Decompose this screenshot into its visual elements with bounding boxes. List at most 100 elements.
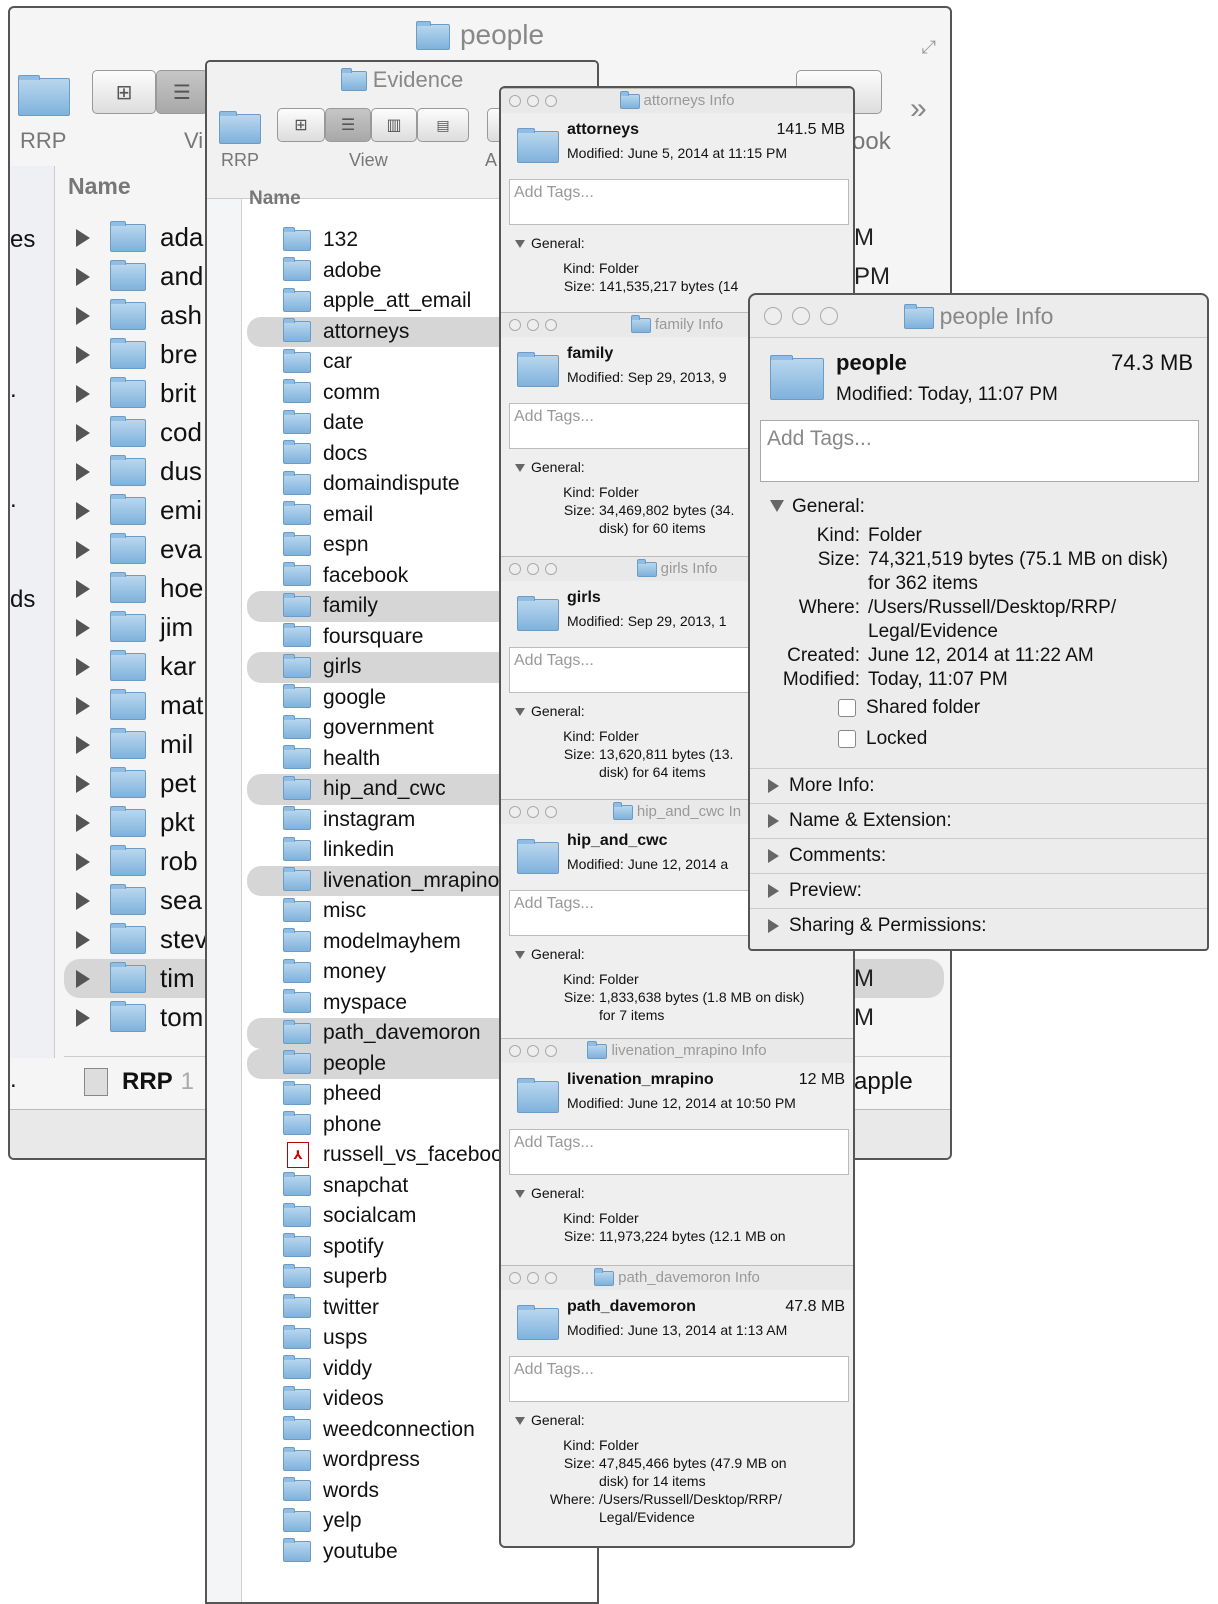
general-section-toggle[interactable]: General: bbox=[515, 235, 853, 251]
disclosure-triangle-icon[interactable] bbox=[76, 267, 90, 286]
zoom-button[interactable] bbox=[545, 806, 557, 818]
list-view-button[interactable]: ☰ bbox=[325, 108, 371, 142]
disclosure-triangle-icon[interactable] bbox=[76, 774, 90, 793]
locked-checkbox[interactable]: Locked bbox=[838, 723, 1207, 754]
zoom-button[interactable] bbox=[545, 95, 557, 107]
path-right[interactable]: apple bbox=[854, 1068, 913, 1096]
info-panel: path_davemoron Info path_davemoron 47.8 MB… bbox=[501, 1265, 853, 1546]
general-section-toggle[interactable]: General: bbox=[515, 1412, 853, 1428]
close-button[interactable] bbox=[509, 319, 521, 331]
sidebar-item[interactable]: ds bbox=[10, 586, 35, 614]
disclosure-right-icon bbox=[768, 919, 779, 933]
folder-icon bbox=[283, 379, 311, 404]
disclosure-triangle-icon[interactable] bbox=[76, 384, 90, 403]
general-section-toggle[interactable]: General: bbox=[770, 496, 1207, 518]
kind-row: Kind: Folder bbox=[521, 970, 853, 988]
minimize-button[interactable] bbox=[527, 319, 539, 331]
people-window-titlebar[interactable]: people ⤢ bbox=[10, 8, 950, 58]
disclosure-triangle-icon[interactable] bbox=[76, 813, 90, 832]
close-button[interactable] bbox=[509, 95, 521, 107]
folder-icon bbox=[283, 1355, 311, 1380]
icon-view-button[interactable]: ⊞ bbox=[277, 108, 325, 142]
disclosure-triangle-icon[interactable] bbox=[76, 852, 90, 871]
toolbar-overflow-icon[interactable]: » bbox=[910, 92, 927, 126]
info-section-toggle[interactable]: Comments: bbox=[750, 838, 1207, 873]
minimize-button[interactable] bbox=[527, 1272, 539, 1284]
info-section-toggle[interactable]: Name & Extension: bbox=[750, 803, 1207, 838]
disclosure-triangle-icon[interactable] bbox=[76, 891, 90, 910]
tags-field[interactable]: Add Tags... bbox=[509, 1356, 849, 1402]
close-button[interactable] bbox=[509, 806, 521, 818]
disclosure-triangle-icon[interactable] bbox=[76, 306, 90, 325]
sidebar-item[interactable]: . bbox=[10, 486, 17, 514]
disclosure-triangle-icon[interactable] bbox=[76, 423, 90, 442]
item-name: usps bbox=[323, 1326, 368, 1350]
disclosure-triangle-icon[interactable] bbox=[76, 618, 90, 637]
zoom-button[interactable] bbox=[820, 307, 838, 325]
minimize-button[interactable] bbox=[527, 95, 539, 107]
minimize-button[interactable] bbox=[527, 1045, 539, 1057]
info-titlebar[interactable]: path_davemoron Info bbox=[501, 1266, 853, 1290]
item-name: russell_vs_faceboo bbox=[323, 1143, 503, 1167]
coverflow-view-button[interactable]: ▤ bbox=[417, 108, 469, 142]
zoom-button[interactable] bbox=[545, 563, 557, 575]
disclosure-triangle-icon[interactable] bbox=[76, 540, 90, 559]
disclosure-triangle-icon[interactable] bbox=[76, 657, 90, 676]
info-section-toggle[interactable]: Preview: bbox=[750, 873, 1207, 908]
disclosure-triangle-icon[interactable] bbox=[76, 930, 90, 949]
back-folder-icon[interactable] bbox=[18, 75, 70, 116]
close-button[interactable] bbox=[509, 1045, 521, 1057]
folder-icon bbox=[283, 531, 311, 556]
disclosure-triangle-icon[interactable] bbox=[76, 228, 90, 247]
folder-icon bbox=[283, 1111, 311, 1136]
column-header-name[interactable]: Name bbox=[68, 173, 131, 200]
checkbox-icon bbox=[838, 698, 856, 717]
item-name: mat bbox=[160, 690, 204, 720]
disclosure-triangle-icon[interactable] bbox=[76, 969, 90, 988]
column-view-button[interactable]: ▥ bbox=[371, 108, 417, 142]
sidebar-item[interactable]: . bbox=[10, 1066, 17, 1094]
info-titlebar[interactable]: people Info bbox=[750, 295, 1207, 337]
zoom-button[interactable] bbox=[545, 319, 557, 331]
info-titlebar[interactable]: attorneys Info bbox=[501, 89, 853, 113]
tags-field[interactable]: Add Tags... bbox=[760, 420, 1199, 482]
disclosure-triangle-icon[interactable] bbox=[76, 462, 90, 481]
sidebar-item[interactable]: es bbox=[10, 226, 35, 254]
close-button[interactable] bbox=[509, 1272, 521, 1284]
info-panel: attorneys Info attorneys 141.5 MB Modified:… bbox=[501, 88, 853, 313]
close-button[interactable] bbox=[764, 307, 782, 325]
minimize-button[interactable] bbox=[527, 806, 539, 818]
item-name: modelmayhem bbox=[323, 929, 461, 953]
shared-folder-checkbox[interactable]: Shared folder bbox=[838, 692, 1207, 723]
disclosure-triangle-icon[interactable] bbox=[76, 579, 90, 598]
info-titlebar[interactable]: livenation_mrapino Info bbox=[501, 1039, 853, 1063]
path-item[interactable]: RRP bbox=[122, 1068, 173, 1096]
back-folder-icon[interactable] bbox=[219, 111, 261, 144]
column-header-name[interactable]: Name bbox=[249, 188, 301, 210]
disclosure-triangle-icon[interactable] bbox=[76, 696, 90, 715]
folder-icon bbox=[517, 352, 559, 387]
item-name: path_davemoron bbox=[567, 1298, 696, 1315]
info-header: attorneys 141.5 MB Modified: June 5, 2014 … bbox=[501, 113, 853, 179]
folder-icon bbox=[283, 1019, 311, 1044]
tags-field[interactable]: Add Tags... bbox=[509, 179, 849, 225]
general-section-toggle[interactable]: General: bbox=[515, 1185, 853, 1201]
kind-label: Kind: bbox=[563, 1210, 595, 1226]
item-name: and bbox=[160, 261, 204, 291]
close-button[interactable] bbox=[509, 563, 521, 575]
disclosure-triangle-icon[interactable] bbox=[76, 501, 90, 520]
list-view-button[interactable]: ☰ bbox=[156, 70, 208, 114]
zoom-button[interactable] bbox=[545, 1272, 557, 1284]
disclosure-triangle-icon[interactable] bbox=[76, 735, 90, 754]
tags-field[interactable]: Add Tags... bbox=[509, 1129, 849, 1175]
disclosure-triangle-icon[interactable] bbox=[76, 1008, 90, 1027]
info-section-toggle[interactable]: More Info: bbox=[750, 768, 1207, 803]
info-section-toggle[interactable]: Sharing & Permissions: bbox=[750, 908, 1207, 943]
minimize-button[interactable] bbox=[792, 307, 810, 325]
sidebar-item[interactable]: . bbox=[10, 376, 17, 404]
disclosure-triangle-icon[interactable] bbox=[76, 345, 90, 364]
minimize-button[interactable] bbox=[527, 563, 539, 575]
icon-view-button[interactable]: ⊞ bbox=[92, 70, 156, 114]
zoom-button[interactable] bbox=[545, 1045, 557, 1057]
folder-icon bbox=[283, 592, 311, 617]
